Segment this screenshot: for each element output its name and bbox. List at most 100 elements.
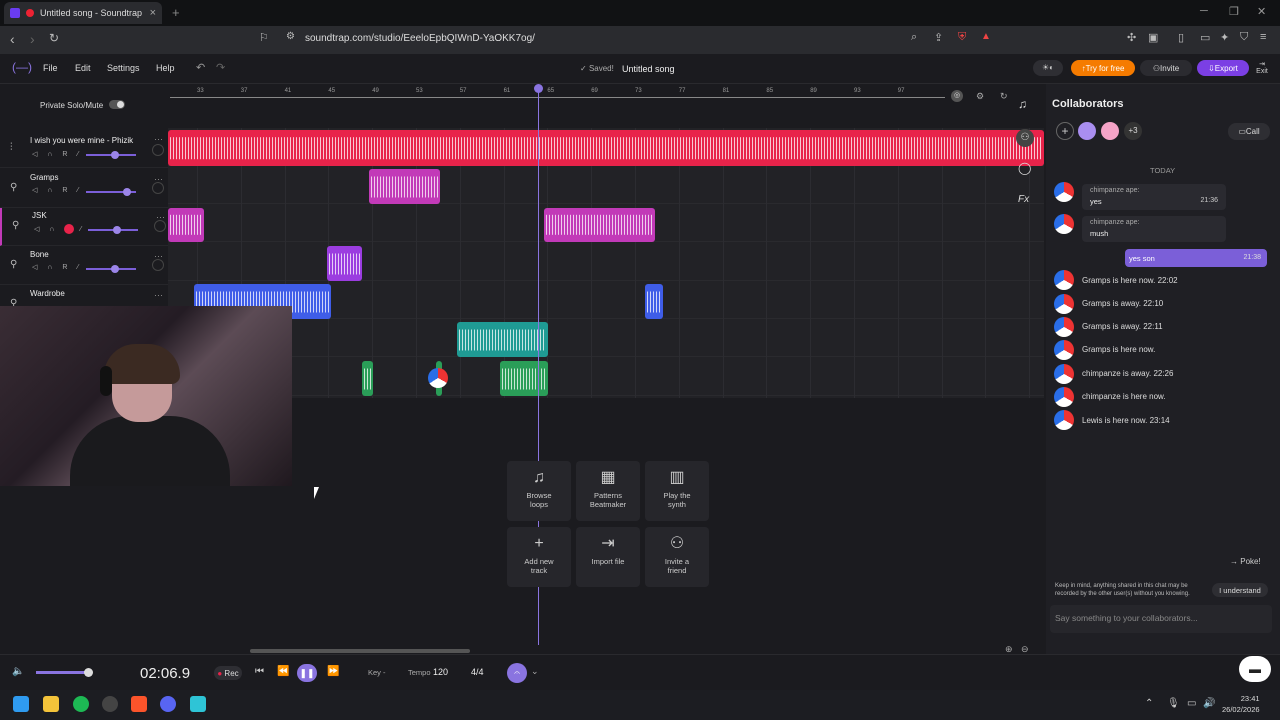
volume-knob[interactable] bbox=[111, 265, 119, 273]
track-controls[interactable]: ◁ ∩ R ⁄ bbox=[32, 263, 83, 271]
loops-icon[interactable]: ♫ bbox=[1018, 97, 1027, 111]
track-lane[interactable] bbox=[168, 166, 1044, 204]
windows-start-icon[interactable] bbox=[13, 696, 29, 712]
more-collaborators-badge[interactable]: +3 bbox=[1124, 122, 1142, 140]
site-info-icon[interactable]: ⚙ bbox=[286, 31, 295, 42]
url-text[interactable]: soundtrap.com/studio/EeeloEpbQIWnD-YaOKK… bbox=[305, 33, 535, 44]
poke-button[interactable]: → Poke! bbox=[1230, 557, 1261, 566]
brave-icon[interactable] bbox=[131, 696, 147, 712]
minimize-icon[interactable]: ─ bbox=[1200, 5, 1208, 17]
track-name[interactable]: JSK bbox=[32, 211, 47, 220]
track-name[interactable]: I wish you were mine - Phizik bbox=[30, 136, 133, 145]
record-arm[interactable]: R bbox=[62, 151, 71, 158]
sync-icon[interactable]: ↻ bbox=[1000, 91, 1008, 102]
pan-knob[interactable] bbox=[152, 144, 164, 156]
metronome-button[interactable]: 𝄐 bbox=[507, 663, 527, 683]
avatar[interactable] bbox=[1101, 122, 1119, 140]
volume-knob[interactable] bbox=[123, 188, 131, 196]
maximize-icon[interactable]: ❐ bbox=[1229, 5, 1239, 18]
collaborators-icon[interactable]: ⚇ bbox=[1016, 129, 1034, 147]
avatar[interactable] bbox=[1078, 122, 1096, 140]
discord-icon[interactable] bbox=[160, 696, 176, 712]
brave-shield-icon[interactable]: ⛨ bbox=[958, 31, 966, 44]
track-row[interactable]: ⚲ Gramps ◁ ∩ R ⁄ ⋯ bbox=[0, 170, 168, 208]
skip-start-icon[interactable]: ⏮ bbox=[255, 666, 264, 677]
menu-icon[interactable]: ≡ bbox=[1260, 31, 1266, 43]
timeline-ruler[interactable] bbox=[168, 84, 1044, 102]
call-button[interactable]: ▭ Call bbox=[1228, 123, 1270, 140]
track-row-selected[interactable]: ⚲ JSK ◁ ∩ ⁄ ⋯ bbox=[0, 208, 168, 246]
zoom-icon[interactable]: ⌕ bbox=[911, 31, 917, 44]
export-button[interactable]: ⇩ Export bbox=[1197, 60, 1249, 76]
spotify-icon[interactable] bbox=[73, 696, 89, 712]
track-name[interactable]: Wardrobe bbox=[30, 289, 65, 298]
track-controls[interactable]: ◁ ∩ R ⁄ bbox=[32, 186, 83, 194]
file-explorer-icon[interactable] bbox=[43, 696, 59, 712]
soundtrap-logo-icon[interactable]: (—) bbox=[12, 60, 32, 74]
record-armed-icon[interactable] bbox=[64, 224, 75, 234]
new-tab-icon[interactable]: + bbox=[172, 5, 180, 20]
audio-clip[interactable] bbox=[500, 361, 548, 396]
audio-clip[interactable] bbox=[544, 208, 655, 242]
audio-clip[interactable] bbox=[369, 169, 440, 204]
playhead-handle[interactable] bbox=[534, 84, 543, 93]
chevron-down-icon[interactable]: ⌄ bbox=[531, 666, 539, 677]
fast-forward-icon[interactable]: ⏩ bbox=[327, 666, 339, 677]
audio-clip[interactable] bbox=[645, 284, 663, 319]
close-window-icon[interactable]: ✕ bbox=[1257, 5, 1266, 18]
notepad-icon[interactable] bbox=[190, 696, 206, 712]
browser-tab[interactable]: Untitled song - Soundtrap × bbox=[4, 2, 162, 24]
theme-toggle[interactable]: ☀◐ bbox=[1033, 60, 1063, 76]
zoom-settings-icon[interactable]: ⚙ bbox=[976, 91, 984, 102]
track-row[interactable]: ⫶ I wish you were mine - Phizik ◁ ∩ R ⁄ … bbox=[0, 130, 168, 168]
track-lane[interactable] bbox=[168, 319, 1044, 357]
pan-knob[interactable] bbox=[152, 182, 164, 194]
horizontal-scrollbar[interactable] bbox=[250, 649, 470, 653]
extensions-icon[interactable]: ✣ bbox=[1127, 31, 1136, 44]
exit-button[interactable]: ⇥ Exit bbox=[1255, 60, 1269, 75]
time-signature[interactable]: 4/4 bbox=[471, 667, 484, 677]
audio-clip[interactable] bbox=[457, 322, 548, 357]
track-controls[interactable]: ◁ ∩ ⁄ bbox=[34, 224, 85, 234]
song-title[interactable]: Untitled song bbox=[622, 64, 675, 74]
audio-clip[interactable] bbox=[327, 246, 362, 281]
record-arm[interactable]: R bbox=[62, 264, 71, 271]
master-volume-slider[interactable] bbox=[36, 671, 88, 674]
audio-clip[interactable] bbox=[362, 361, 373, 396]
menu-file[interactable]: File bbox=[43, 63, 58, 73]
try-for-free-button[interactable]: ↑ Try for free bbox=[1071, 60, 1135, 76]
add-collaborator-icon[interactable]: + bbox=[1056, 122, 1074, 140]
forward-icon[interactable]: › bbox=[30, 31, 35, 47]
menu-settings[interactable]: Settings bbox=[107, 63, 140, 73]
key-selector[interactable]: Key - bbox=[368, 668, 386, 677]
bookmark-icon[interactable]: ⚐ bbox=[259, 31, 269, 44]
track-controls[interactable]: ◁ ∩ R ⁄ bbox=[32, 150, 83, 158]
track-name[interactable]: Gramps bbox=[30, 173, 58, 182]
loop-icon[interactable]: ◎ bbox=[951, 90, 963, 102]
tempo-value[interactable]: 120 bbox=[433, 667, 448, 677]
speaker-icon[interactable]: 🔈 bbox=[12, 666, 24, 677]
rewind-icon[interactable]: ⏪ bbox=[277, 666, 289, 677]
effects-icon[interactable]: Fx bbox=[1018, 194, 1029, 205]
chat-fab-button[interactable]: ▬ bbox=[1239, 656, 1271, 682]
media-icon[interactable]: ▣ bbox=[1148, 31, 1158, 44]
audio-clip[interactable] bbox=[168, 130, 1044, 166]
track-lane[interactable] bbox=[168, 243, 1044, 281]
reload-icon[interactable]: ↻ bbox=[49, 31, 59, 45]
track-name[interactable]: Bone bbox=[30, 250, 49, 259]
audio-clip[interactable] bbox=[168, 208, 204, 242]
pan-knob[interactable] bbox=[152, 259, 164, 271]
master-volume-knob[interactable] bbox=[84, 668, 93, 677]
pause-button[interactable]: ❚❚ bbox=[297, 664, 317, 682]
invite-friend-button[interactable]: ⚇ Invite a friend bbox=[645, 527, 709, 587]
private-solo-toggle[interactable] bbox=[109, 100, 125, 109]
vpn-icon[interactable]: ⛉ bbox=[1240, 31, 1248, 44]
import-file-button[interactable]: ⇥ Import file bbox=[576, 527, 640, 587]
sidebar-icon[interactable]: ▯ bbox=[1178, 31, 1184, 44]
taskbar-clock[interactable]: 23:41 26/02/2026 bbox=[1222, 693, 1260, 715]
record-arm[interactable]: R bbox=[62, 187, 71, 194]
volume-knob[interactable] bbox=[113, 226, 121, 234]
microphone-icon[interactable]: 🎙 bbox=[1167, 698, 1180, 709]
share-icon[interactable]: ⇪ bbox=[934, 31, 943, 44]
browse-loops-button[interactable]: ♫ Browse loops bbox=[507, 461, 571, 521]
